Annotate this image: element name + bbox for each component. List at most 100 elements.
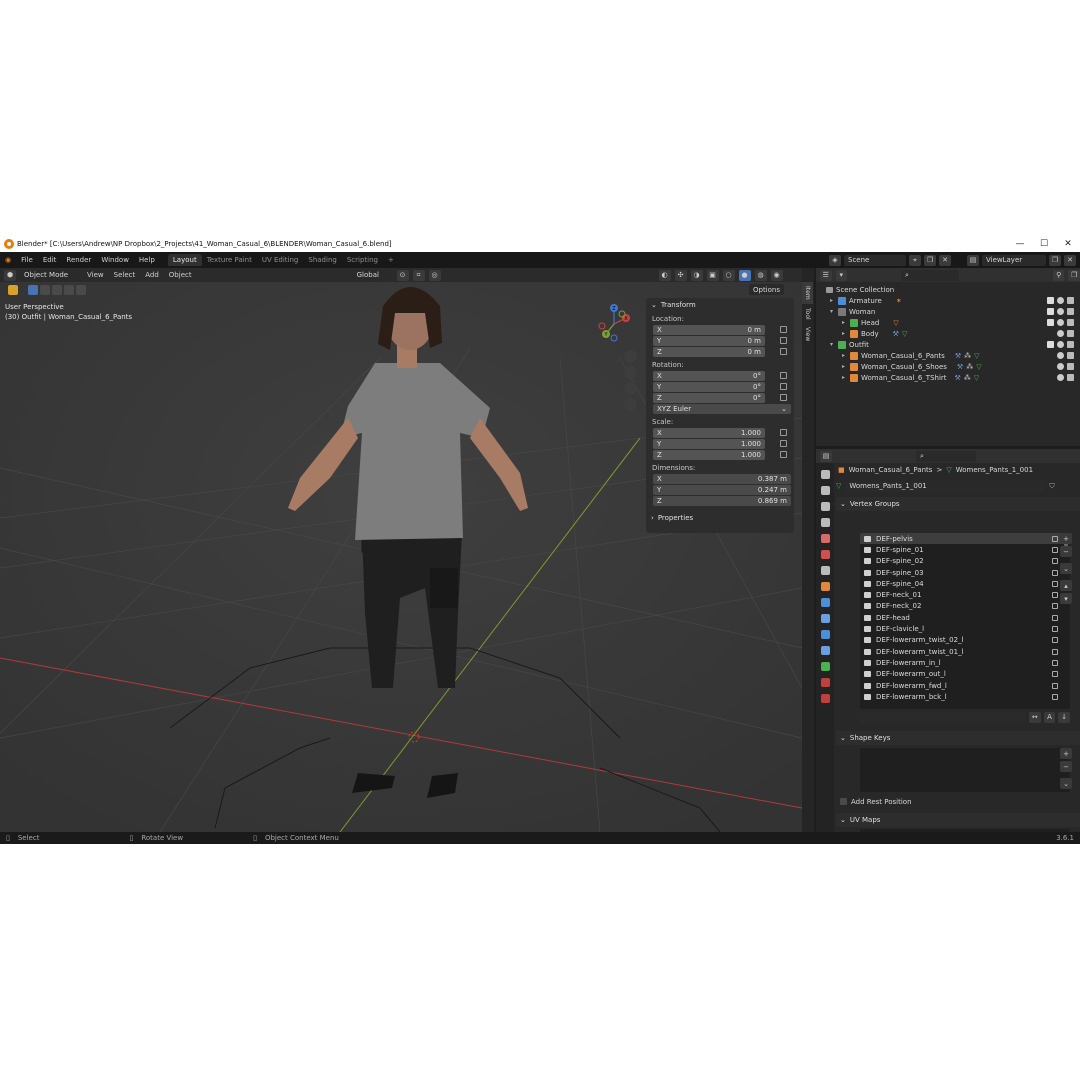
filter-icon[interactable]: ⚲ <box>1052 269 1065 281</box>
expand-icon[interactable]: ▸ <box>842 319 850 326</box>
rotation-x-field[interactable]: X 0° <box>653 371 787 381</box>
list-item[interactable]: DEF-lowerarm_fwd_l <box>860 680 1070 691</box>
scene-tab-icon[interactable] <box>820 534 830 543</box>
expand-icon[interactable]: ▸ <box>842 374 850 381</box>
navigation-gizmo[interactable]: X Y Z <box>594 304 634 344</box>
overlay-toggle-icon[interactable]: ◑ <box>690 269 703 281</box>
lock-icon[interactable] <box>780 337 787 344</box>
scene-icon[interactable]: ◈ <box>829 254 841 266</box>
checkbox-icon[interactable] <box>1047 297 1054 304</box>
lock-icon[interactable] <box>1052 614 1058 621</box>
select-invert-icon[interactable] <box>64 284 74 295</box>
view-layer-tab-icon[interactable] <box>820 518 830 527</box>
output-tab-icon[interactable] <box>820 502 830 511</box>
eye-icon[interactable] <box>1057 352 1064 359</box>
dimensions-z-field[interactable]: Z 0.869 m <box>653 496 791 506</box>
camera-icon[interactable] <box>1067 352 1074 359</box>
outliner-item-pants[interactable]: ▸ Woman_Casual_6_Pants ⚒ ⁂ ▽ <box>826 350 1080 361</box>
camera-icon[interactable] <box>1067 374 1074 381</box>
lock-icon[interactable] <box>1052 603 1058 610</box>
list-item[interactable]: DEF-clavicle_l <box>860 623 1070 634</box>
lock-icon[interactable] <box>1052 659 1058 666</box>
menu-window[interactable]: Window <box>96 256 134 264</box>
menu-file[interactable]: File <box>16 256 38 264</box>
mesh-data-icon[interactable]: ▽ <box>836 482 841 490</box>
list-item[interactable]: DEF-spine_03 <box>860 567 1070 578</box>
modifier-tab-icon[interactable] <box>820 598 830 607</box>
data-tab-icon[interactable] <box>820 662 830 671</box>
move-down-icon[interactable]: ▾ <box>1060 593 1072 604</box>
view-layer-field[interactable]: ViewLayer <box>982 254 1046 266</box>
wireframe-shading-icon[interactable]: ○ <box>722 269 735 281</box>
menu-view[interactable]: View <box>84 271 107 279</box>
tab-scripting[interactable]: Scripting <box>342 254 383 266</box>
snap-icon[interactable]: ⌗ <box>412 269 425 281</box>
eye-icon[interactable] <box>1057 297 1064 304</box>
delete-scene-icon[interactable]: ✕ <box>939 254 951 266</box>
new-view-layer-icon[interactable]: ❐ <box>1049 254 1061 266</box>
menu-object[interactable]: Object <box>166 271 195 279</box>
lock-icon[interactable] <box>1052 546 1058 553</box>
list-item[interactable]: DEF-lowerarm_in_l <box>860 657 1070 668</box>
maximize-button[interactable]: ☐ <box>1032 236 1056 252</box>
camera-icon[interactable] <box>1067 330 1074 337</box>
checkbox-icon[interactable] <box>1047 341 1054 348</box>
dimensions-y-field[interactable]: Y 0.247 m <box>653 485 791 495</box>
list-item[interactable]: DEF-lowerarm_twist_02_l <box>860 635 1070 646</box>
blender-menu-icon[interactable]: ◉ <box>0 256 16 264</box>
collection-tab-icon[interactable] <box>820 566 830 575</box>
view-layer-icon[interactable]: ▤ <box>967 254 979 266</box>
lock-icon[interactable] <box>1052 569 1058 576</box>
outliner-item-woman[interactable]: ▾ Woman <box>826 306 1080 317</box>
object-tab-icon[interactable] <box>820 582 830 591</box>
add-rest-position-row[interactable]: Add Rest Position <box>840 796 912 807</box>
checkbox-icon[interactable] <box>1047 319 1054 326</box>
editor-type-icon[interactable]: ⬢ <box>4 269 16 281</box>
3d-viewport[interactable]: ⬢ Object Mode View Select Add Object Glo… <box>0 268 802 832</box>
fake-user-shield-icon[interactable]: ⛉ <box>1049 482 1054 491</box>
delete-view-layer-icon[interactable]: ✕ <box>1064 254 1076 266</box>
select-intersect-icon[interactable] <box>76 284 86 295</box>
lock-icon[interactable] <box>780 383 787 390</box>
add-shape-key-button[interactable]: + <box>1060 748 1072 759</box>
list-filter-input[interactable] <box>860 711 1026 723</box>
eye-icon[interactable] <box>1057 319 1064 326</box>
add-workspace-button[interactable]: + <box>383 254 399 266</box>
shape-keys-panel-header[interactable]: ⌄ Shape Keys <box>836 731 1080 745</box>
visibility-icon[interactable]: ◐ <box>658 269 671 281</box>
pin-scene-icon[interactable]: ⌖ <box>909 254 921 266</box>
lock-icon[interactable] <box>1052 558 1058 565</box>
render-tab-icon[interactable] <box>820 486 830 495</box>
lock-icon[interactable] <box>780 440 787 447</box>
vertex-groups-list[interactable]: DEF-pelvis DEF-spine_01 DEF-spine_02 DEF… <box>860 533 1070 709</box>
sort-reverse-icon[interactable]: ↓ <box>1058 711 1071 723</box>
select-new-icon[interactable] <box>28 284 38 295</box>
physics-tab-icon[interactable] <box>820 630 830 639</box>
outliner-item-shoes[interactable]: ▸ Woman_Casual_6_Shoes ⚒ ⁂ ▽ <box>826 361 1080 372</box>
menu-help[interactable]: Help <box>134 256 160 264</box>
uv-maps-panel-header[interactable]: ⌄ UV Maps <box>836 813 1080 827</box>
proportional-edit-icon[interactable]: ◎ <box>428 269 441 281</box>
material-shading-icon[interactable]: ◍ <box>754 269 767 281</box>
invert-filter-icon[interactable]: ↔ <box>1028 711 1041 723</box>
add-rest-position-checkbox[interactable] <box>840 798 847 805</box>
close-button[interactable]: ✕ <box>1056 236 1080 252</box>
lock-icon[interactable] <box>1052 535 1058 542</box>
outliner-item-body[interactable]: ▸ Body ⚒ ▽ <box>826 328 1080 339</box>
checkbox-icon[interactable] <box>1047 308 1054 315</box>
rotation-y-field[interactable]: Y 0° <box>653 382 787 392</box>
tool-tab-icon[interactable] <box>820 470 830 479</box>
rotation-z-field[interactable]: Z 0° <box>653 393 787 403</box>
list-item[interactable]: DEF-pelvis <box>860 533 1070 545</box>
outliner-editor-icon[interactable]: ☰ <box>820 269 832 281</box>
options-dropdown[interactable]: Options <box>748 284 784 295</box>
dimensions-x-field[interactable]: X 0.387 m <box>653 474 791 484</box>
lock-icon[interactable] <box>780 372 787 379</box>
pan-hand-icon[interactable] <box>624 366 637 379</box>
tab-view[interactable]: View <box>802 323 813 345</box>
add-vertex-group-button[interactable]: + <box>1060 533 1072 544</box>
tab-item[interactable]: Item <box>802 282 813 304</box>
list-item[interactable]: DEF-neck_01 <box>860 589 1070 600</box>
lock-icon[interactable] <box>780 451 787 458</box>
expand-icon[interactable]: ▸ <box>842 330 850 337</box>
